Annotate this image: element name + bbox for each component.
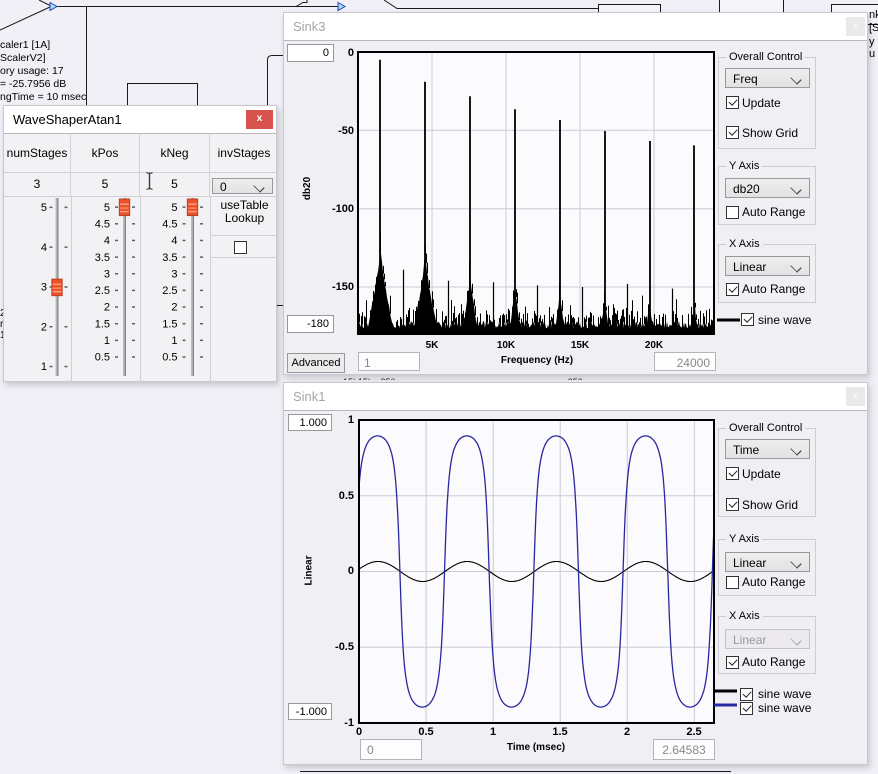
svg-text:1.5: 1.5	[95, 318, 110, 330]
svg-text:4: 4	[104, 235, 110, 247]
svg-text:3: 3	[104, 268, 110, 280]
svg-text:2: 2	[171, 302, 177, 314]
svg-text:1: 1	[171, 335, 177, 347]
svg-text:4: 4	[171, 235, 177, 247]
svg-text:3.5: 3.5	[95, 252, 110, 264]
svg-text:3.5: 3.5	[162, 252, 177, 264]
svg-text:4: 4	[41, 242, 47, 254]
svg-text:0.5: 0.5	[162, 352, 177, 364]
svg-text:2: 2	[41, 321, 47, 333]
svg-text:1: 1	[41, 361, 47, 373]
svg-text:1.5: 1.5	[162, 318, 177, 330]
svg-text:2: 2	[104, 302, 110, 314]
svg-text:1: 1	[104, 335, 110, 347]
svg-text:5: 5	[171, 202, 177, 214]
svg-text:0.5: 0.5	[95, 352, 110, 364]
svg-text:4.5: 4.5	[162, 218, 177, 230]
svg-text:3: 3	[171, 268, 177, 280]
svg-text:3: 3	[41, 282, 47, 294]
svg-text:2.5: 2.5	[162, 285, 177, 297]
svg-text:5: 5	[104, 202, 110, 214]
svg-text:2.5: 2.5	[95, 285, 110, 297]
svg-text:5: 5	[41, 202, 47, 214]
svg-text:4.5: 4.5	[95, 218, 110, 230]
